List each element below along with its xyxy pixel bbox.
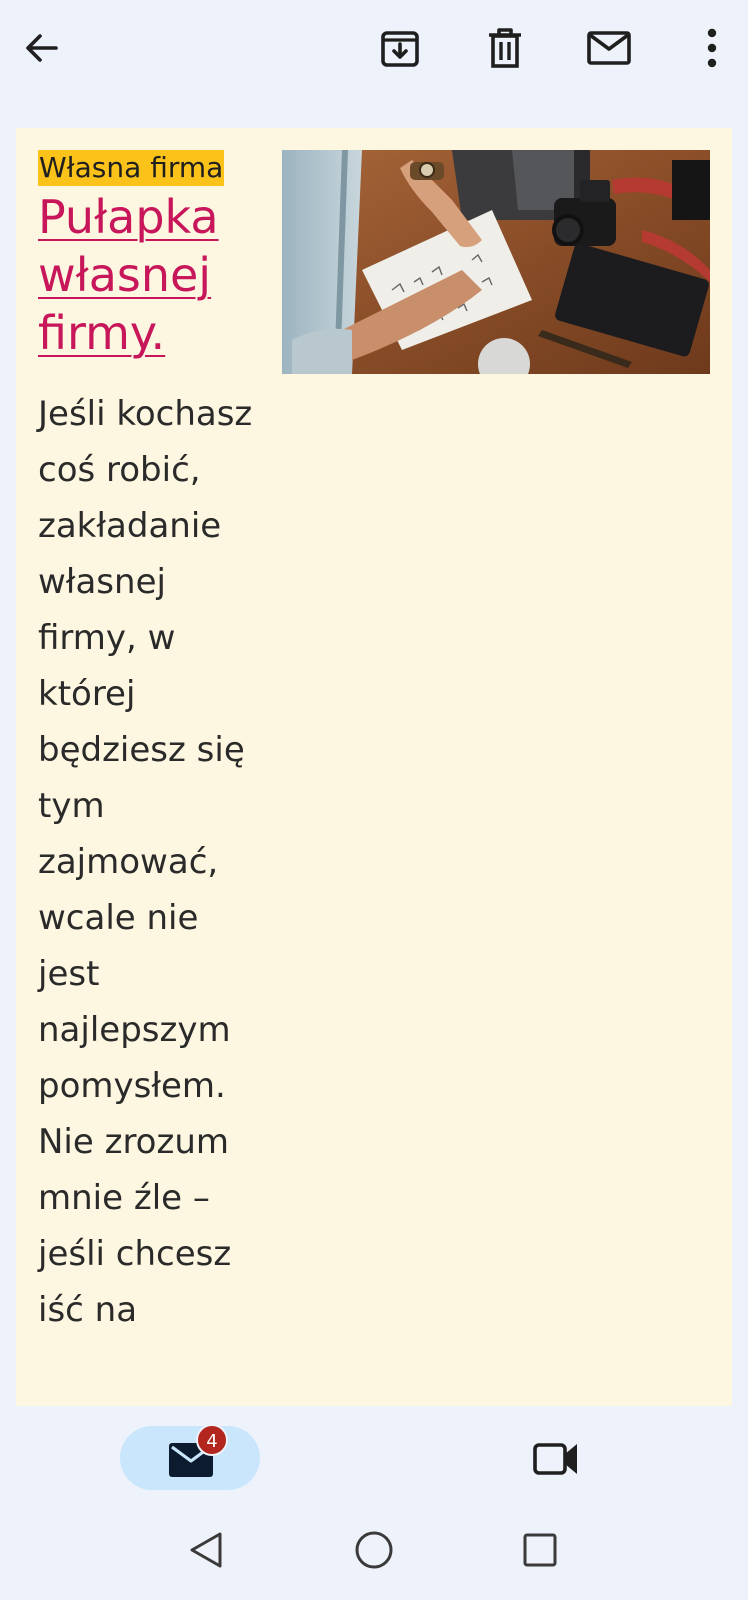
trash-icon [489,28,521,68]
archive-icon [381,31,419,67]
photo-desk-camera-notebook [282,150,710,390]
more-vert-icon [707,28,717,68]
mark-unread-button[interactable] [581,20,637,76]
article-image[interactable] [282,150,710,390]
article-body: Jeśli kochasz coś robić, zakładanie włas… [38,394,253,1330]
top-app-bar [0,0,748,104]
video-camera-icon [533,1443,577,1475]
meet-tab[interactable] [524,1426,588,1490]
system-recents-button[interactable] [514,1524,566,1576]
headline-link[interactable]: Pułapka własnej firmy. [38,188,258,362]
triangle-back-icon [190,1532,222,1568]
square-recents-icon [523,1533,557,1567]
article-text-column: Własna firma Pułapka własnej firmy. Jeśl… [38,150,258,1338]
system-navigation-bar [0,1510,748,1600]
system-home-button[interactable] [348,1524,400,1576]
arrow-left-icon [26,34,58,62]
back-button[interactable] [14,20,70,76]
bottom-navigation: 4 [0,1406,748,1510]
category-label: Własna firma [38,150,225,186]
archive-button[interactable] [372,20,428,76]
delete-button[interactable] [477,20,533,76]
more-options-button[interactable] [684,20,740,76]
unread-count-badge: 4 [196,1424,228,1456]
envelope-icon [587,31,631,65]
system-back-button[interactable] [180,1524,232,1576]
circle-home-icon [355,1531,393,1569]
email-body-card: Własna firma Pułapka własnej firmy. Jeśl… [16,128,732,1406]
